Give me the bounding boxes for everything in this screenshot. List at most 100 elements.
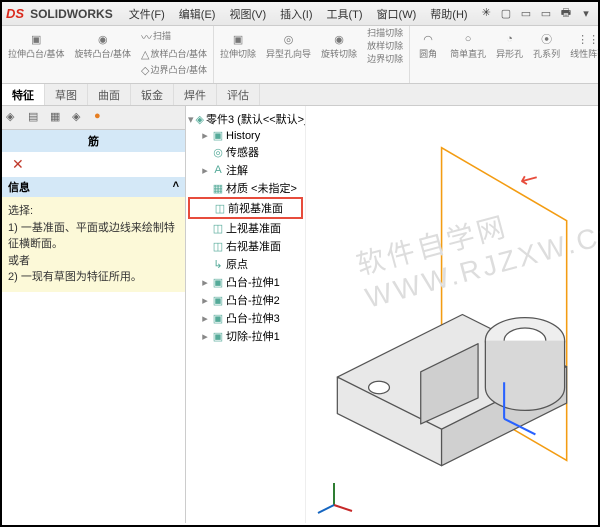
title-bar: DS SOLIDWORKS 文件(F) 编辑(E) 视图(V) 插入(I) 工具… xyxy=(2,2,598,26)
hole-wizard-button[interactable]: ◎异型孔向导 xyxy=(264,28,313,66)
plane-icon: ◫ xyxy=(214,202,226,214)
dimxpert-tab-icon[interactable]: ◈ xyxy=(72,110,88,126)
collapse-icon[interactable]: ˄ xyxy=(173,179,179,191)
boundary-icon: ◇ xyxy=(141,64,149,77)
select-label: 选择: xyxy=(8,203,179,220)
ribbon-group-features: ◠圆角 ○简单直孔 ◔异形孔 ⦿孔系列 ⋮⋮线性阵列 ◫筋 ▢抽壳 ◓包覆 拔模… xyxy=(410,26,598,83)
center-area: ▾◈零件3 (默认<<默认>_显... ▸▣History ◎传感器 ▸A注解 … xyxy=(186,106,598,523)
menu-edit[interactable]: 编辑(E) xyxy=(173,4,222,24)
wrap-button[interactable]: ◔异形孔 xyxy=(494,28,525,78)
qat-open-icon[interactable]: ▭ xyxy=(518,6,534,22)
cut-revolve-icon: ◉ xyxy=(329,29,349,49)
fillet-button[interactable]: ◠圆角 xyxy=(414,28,442,78)
info-line2: 2) 一现有草图为特征所用。 xyxy=(8,269,179,286)
tree-feature4[interactable]: ▸▣切除-拉伸1 xyxy=(188,327,303,345)
tree-material[interactable]: ▦材质 <未指定> xyxy=(188,179,303,197)
extrude-boss-button[interactable]: ▣拉伸凸台/基体 xyxy=(6,28,67,78)
sweep-button[interactable]: 〰扫描 xyxy=(139,28,209,46)
revolve-icon: ◉ xyxy=(93,29,113,49)
menu-window[interactable]: 窗口(W) xyxy=(371,4,423,24)
cut-loft-button[interactable]: 放样切除 xyxy=(365,41,405,53)
loft-button[interactable]: △放样凸台/基体 xyxy=(139,47,209,62)
fillet-icon: ◠ xyxy=(418,29,438,49)
tree-origin[interactable]: ↳原点 xyxy=(188,255,303,273)
pattern-button[interactable]: ⋮⋮线性阵列 xyxy=(568,28,598,78)
tree-root[interactable]: ▾◈零件3 (默认<<默认>_显... xyxy=(188,110,303,128)
ribbon-group-cut: ▣拉伸切除 ◎异型孔向导 ◉旋转切除 扫描切除 放样切除 边界切除 xyxy=(214,26,410,83)
qat-new-icon[interactable]: ▢ xyxy=(498,6,514,22)
tab-evaluate[interactable]: 评估 xyxy=(217,84,260,105)
cut-feature-icon: ▣ xyxy=(212,330,224,342)
extrude-feature-icon: ▣ xyxy=(212,276,224,288)
graphics-viewport[interactable]: 软件自学网 WWW.RJZXW.COM ↙ xyxy=(306,106,598,523)
qat-print-icon[interactable]: 🖶 xyxy=(558,6,574,22)
manager-tabs: ◈ ▤ ▦ ◈ ● xyxy=(2,106,185,130)
sweep-icon: 〰 xyxy=(141,29,152,45)
display-manager-tab-icon[interactable]: ● xyxy=(94,110,110,126)
info-header: 信息 ˄ xyxy=(2,177,185,197)
menu-search-icon[interactable]: ✳ xyxy=(476,4,497,24)
cut-extrude-icon: ▣ xyxy=(228,29,248,49)
tree-history[interactable]: ▸▣History xyxy=(188,128,303,143)
view-triad-icon[interactable] xyxy=(314,475,354,515)
menu-insert[interactable]: 插入(I) xyxy=(274,4,318,24)
extrude-feature-icon: ▣ xyxy=(212,312,224,324)
tree-feature2[interactable]: ▸▣凸台-拉伸2 xyxy=(188,291,303,309)
cut-extrude-button[interactable]: ▣拉伸切除 xyxy=(218,28,258,66)
feature-tree: ▾◈零件3 (默认<<默认>_显... ▸▣History ◎传感器 ▸A注解 … xyxy=(186,106,306,523)
tree-feature1[interactable]: ▸▣凸台-拉伸1 xyxy=(188,273,303,291)
revolve-boss-button[interactable]: ◉旋转凸台/基体 xyxy=(73,28,134,78)
history-icon: ▣ xyxy=(212,130,224,142)
plane-icon: ◫ xyxy=(212,240,224,252)
series-icon: ⦿ xyxy=(537,29,557,49)
menu-help[interactable]: 帮助(H) xyxy=(424,4,473,24)
cut-revolve-button[interactable]: ◉旋转切除 xyxy=(319,28,359,66)
close-panel-button[interactable]: ✕ xyxy=(6,154,30,174)
info-body: 选择: 1) 一基准面、平面或边线来绘制特征横断面。 或者 2) 一现有草图为特… xyxy=(2,197,185,292)
model-view xyxy=(306,106,598,523)
tree-feature3[interactable]: ▸▣凸台-拉伸3 xyxy=(188,309,303,327)
panel-title: 筋 xyxy=(2,130,185,152)
qat-more-icon[interactable]: ▾ xyxy=(578,6,594,22)
tree-right-plane[interactable]: ◫右视基准面 xyxy=(188,237,303,255)
tab-feature[interactable]: 特征 xyxy=(2,84,45,105)
cut-sweep-button[interactable]: 扫描切除 xyxy=(365,28,405,40)
sensor-icon: ◎ xyxy=(212,146,224,158)
quick-access-toolbar: ▢ ▭ ▭ 🖶 ▾ xyxy=(498,6,594,22)
qat-save-icon[interactable]: ▭ xyxy=(538,6,554,22)
logo-icon: DS xyxy=(6,6,24,21)
tab-sheetmetal[interactable]: 钣金 xyxy=(131,84,174,105)
info-or: 或者 xyxy=(8,253,179,270)
main-menu: 文件(F) 编辑(E) 视图(V) 插入(I) 工具(T) 窗口(W) 帮助(H… xyxy=(123,4,497,24)
cut-boundary-button[interactable]: 边界切除 xyxy=(365,54,405,66)
feature-manager-tab-icon[interactable]: ◈ xyxy=(6,110,22,126)
tree-top-plane[interactable]: ◫上视基准面 xyxy=(188,219,303,237)
menu-view[interactable]: 视图(V) xyxy=(223,4,272,24)
property-manager-tab-icon[interactable]: ▤ xyxy=(28,110,44,126)
menu-file[interactable]: 文件(F) xyxy=(123,4,171,24)
hole-icon: ◎ xyxy=(279,29,299,49)
ribbon-group-boss: ▣拉伸凸台/基体 ◉旋转凸台/基体 〰扫描 △放样凸台/基体 ◇边界凸台/基体 xyxy=(2,26,214,83)
tab-surface[interactable]: 曲面 xyxy=(88,84,131,105)
config-manager-tab-icon[interactable]: ▦ xyxy=(50,110,66,126)
menu-tools[interactable]: 工具(T) xyxy=(321,4,369,24)
series-button[interactable]: ⦿孔系列 xyxy=(531,28,562,78)
tree-front-plane[interactable]: ◫前视基准面 xyxy=(188,197,303,219)
main-area: ◈ ▤ ▦ ◈ ● 筋 ✕ 信息 ˄ 选择: 1) 一基准面、平面或边线来绘制特… xyxy=(2,106,598,523)
extrude-icon: ▣ xyxy=(26,29,46,49)
command-tabs: 特征 草图 曲面 钣金 焊件 评估 xyxy=(2,84,598,106)
origin-icon: ↳ xyxy=(212,258,224,270)
material-icon: ▦ xyxy=(212,182,224,194)
part-icon: ◈ xyxy=(196,113,204,125)
ribbon: ▣拉伸凸台/基体 ◉旋转凸台/基体 〰扫描 △放样凸台/基体 ◇边界凸台/基体 … xyxy=(2,26,598,84)
tab-weldment[interactable]: 焊件 xyxy=(174,84,217,105)
tree-annotations[interactable]: ▸A注解 xyxy=(188,161,303,179)
simple-hole-button[interactable]: ○简单直孔 xyxy=(448,28,488,78)
tree-sensors[interactable]: ◎传感器 xyxy=(188,143,303,161)
tab-sketch[interactable]: 草图 xyxy=(45,84,88,105)
annotation-icon: A xyxy=(212,164,224,176)
wrap-icon: ◔ xyxy=(500,29,520,49)
extrude-feature-icon: ▣ xyxy=(212,294,224,306)
boundary-button[interactable]: ◇边界凸台/基体 xyxy=(139,63,209,78)
loft-icon: △ xyxy=(141,48,149,61)
